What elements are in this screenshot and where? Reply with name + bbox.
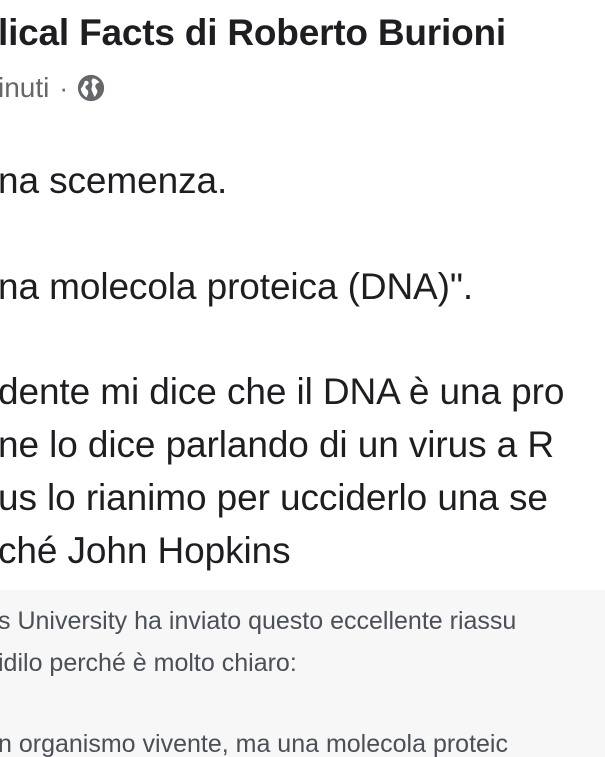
shared-text-line: s University ha inviato questo eccellent… (0, 607, 517, 635)
post-meta: inuti · (0, 70, 106, 106)
post-text-line: ché John Hopkins (0, 530, 291, 571)
post-time[interactable]: inuti (0, 72, 49, 104)
post-screenshot: lical Facts di Roberto Burioni inuti · n… (0, 0, 605, 757)
meta-separator: · (59, 72, 69, 103)
shared-text-line: idilo perché è molto chiaro: (0, 649, 297, 677)
globe-icon[interactable] (76, 73, 106, 103)
post-text-line: dente mi dice che il DNA è una pro (0, 371, 565, 412)
post-text-line: ne lo dice parlando di un virus a R (0, 424, 554, 465)
post-text-line: na molecola proteica (DNA)". (0, 266, 474, 307)
shared-post[interactable]: s University ha inviato questo eccellent… (0, 590, 605, 757)
post-text-line: us lo rianimo per ucciderlo una se (0, 477, 548, 518)
shared-text-line: n organismo vivente, ma una molecola pro… (0, 730, 508, 757)
author-name[interactable]: lical Facts di Roberto Burioni (0, 12, 506, 54)
post-text-line: na scemenza. (0, 160, 228, 201)
